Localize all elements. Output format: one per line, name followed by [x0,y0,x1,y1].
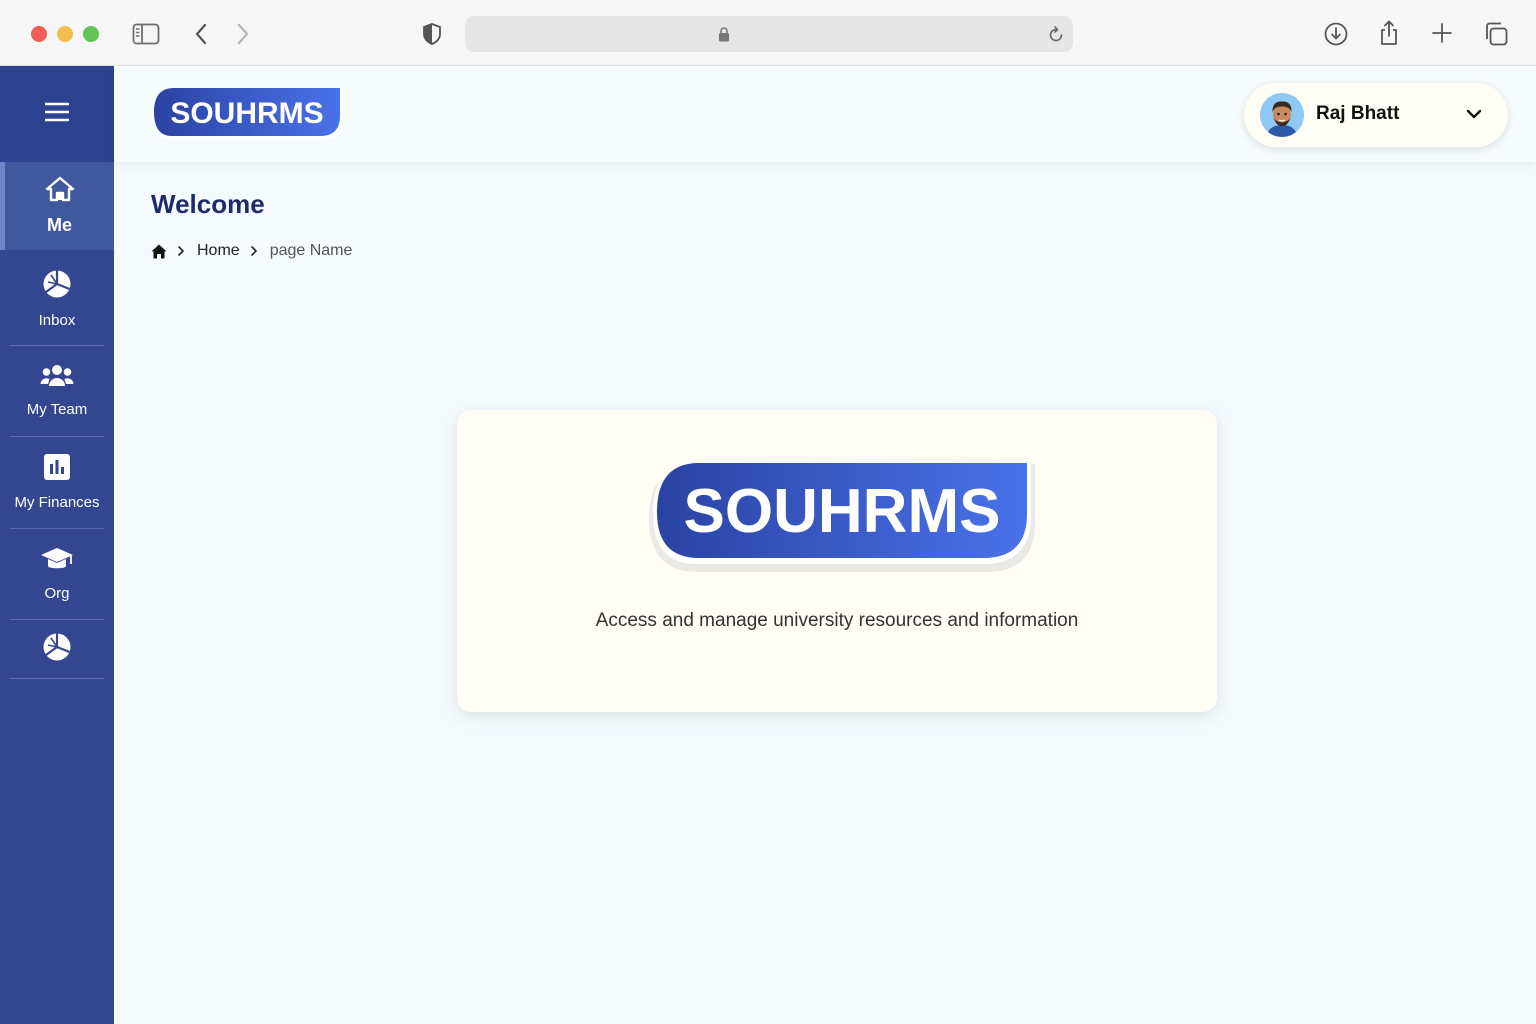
user-menu[interactable]: Raj Bhatt [1244,83,1508,147]
sidebar-item-inbox[interactable]: Inbox [0,254,114,344]
sidebar-toggle-icon[interactable] [132,22,160,46]
minimize-window-button[interactable] [57,26,73,42]
top-header: SOUHRMS Raj Bhatt [114,66,1536,162]
user-name: Raj Bhatt [1316,103,1400,124]
forward-icon[interactable] [233,22,253,46]
page-title: Welcome [151,189,265,219]
team-icon [40,364,74,393]
lock-icon [717,26,731,42]
divider [10,678,104,679]
graduation-cap-icon [40,546,74,577]
welcome-card: SOUHRMS Access and manage university res… [457,410,1217,712]
pie-chart-icon [42,632,72,667]
chevron-right-icon [177,245,185,257]
sidebar-item-label: Org [44,585,70,602]
new-tab-icon[interactable] [1431,22,1453,44]
hamburger-icon [44,101,70,128]
bar-chart-icon [43,453,71,486]
back-icon[interactable] [191,22,211,46]
souhrms-logo-large: SOUHRMS [647,460,1037,576]
maximize-window-button[interactable] [83,26,99,42]
sidebar-item-label: Inbox [38,312,76,329]
main-content: SOUHRMS Raj Bhatt Welcome Home page Name… [114,66,1536,1024]
chevron-right-icon [250,245,258,257]
sidebar-item-my-finances[interactable]: My Finances [0,437,114,527]
breadcrumb-current: page Name [269,242,353,259]
svg-text:SOUHRMS: SOUHRMS [170,97,323,130]
download-icon[interactable] [1323,21,1349,47]
sidebar-item-me[interactable]: Me [0,162,114,250]
breadcrumb: Home page Name [151,240,352,262]
sidebar-item-label: Me [46,215,72,235]
sidebar-item-org[interactable]: Org [0,529,114,619]
reload-icon[interactable] [1047,25,1065,43]
url-bar[interactable] [465,16,1073,52]
menu-toggle-button[interactable] [0,66,114,162]
avatar-icon [1260,93,1304,137]
sidebar: Me Inbox My Team My Finances Org [0,66,114,1024]
shield-icon[interactable] [421,22,443,46]
share-icon[interactable] [1377,19,1401,47]
svg-text:SOUHRMS: SOUHRMS [684,477,1001,546]
sidebar-item-my-team[interactable]: My Team [0,346,114,436]
chevron-down-icon [1464,104,1484,129]
sidebar-item-label: My Finances [14,494,100,511]
close-window-button[interactable] [31,26,47,42]
browser-toolbar [0,0,1536,66]
souhrms-logo[interactable]: SOUHRMS [150,86,344,142]
pie-chart-icon [42,269,72,304]
card-description: Access and manage university resources a… [595,610,1079,631]
home-icon[interactable] [151,244,167,259]
sidebar-item-extra[interactable] [0,620,114,678]
sidebar-item-label: My Team [26,401,88,418]
breadcrumb-home-link[interactable]: Home [197,242,240,260]
tabs-overview-icon[interactable] [1483,21,1509,47]
home-icon [45,176,75,207]
